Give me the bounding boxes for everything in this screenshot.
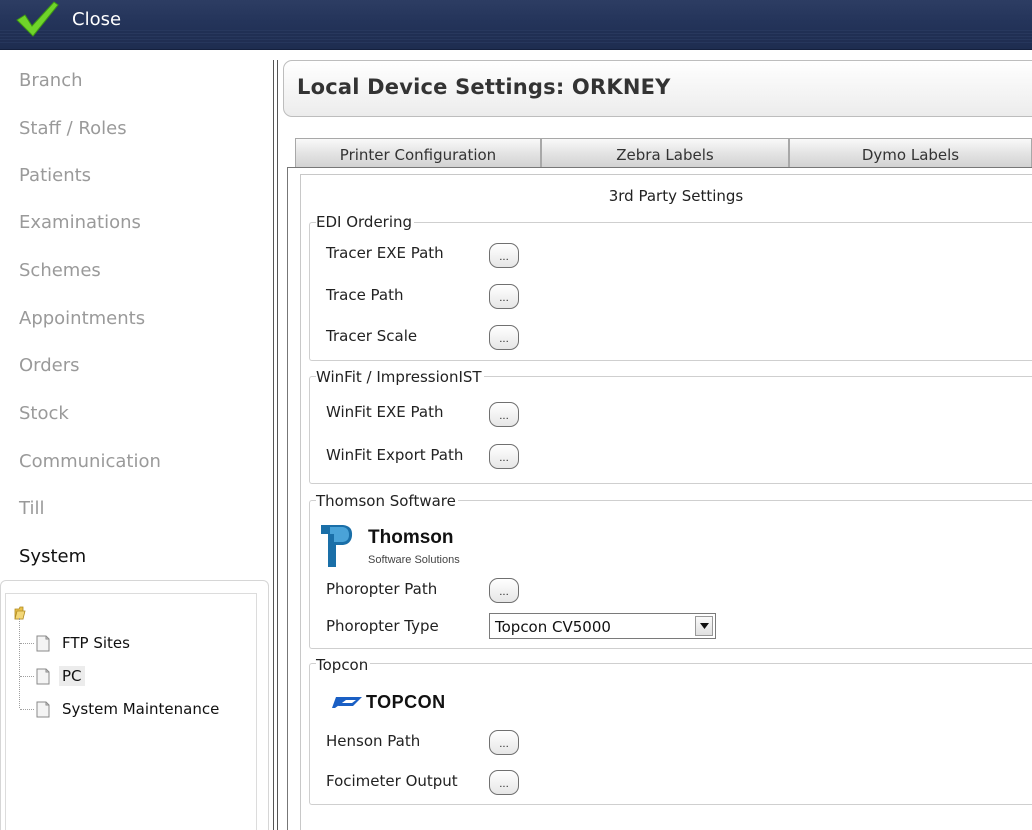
- winfit-exe-path-label: WinFit EXE Path: [326, 403, 444, 421]
- tree-connector: [20, 708, 34, 710]
- page-header: Local Device Settings: ORKNEY: [283, 60, 1032, 117]
- document-icon: [36, 668, 50, 684]
- sidebar-item-branch[interactable]: Branch: [19, 70, 83, 91]
- phoropter-path-label: Phoropter Path: [326, 580, 438, 598]
- tab-zebra-labels[interactable]: Zebra Labels: [541, 138, 789, 167]
- folder-icon[interactable]: [14, 605, 28, 624]
- topcon-logo-word: TOPCON: [366, 691, 446, 712]
- winfit-export-path-label: WinFit Export Path: [326, 446, 464, 464]
- trace-path-browse-button[interactable]: ...: [489, 284, 519, 309]
- tree-item-pc[interactable]: PC: [20, 665, 85, 687]
- tree-connector: [20, 675, 34, 677]
- chevron-down-icon[interactable]: [695, 616, 713, 636]
- thomson-software-legend: Thomson Software: [316, 492, 458, 510]
- winfit-export-path-browse-button[interactable]: ...: [489, 444, 519, 469]
- sidebar-item-examinations[interactable]: Examinations: [19, 212, 141, 233]
- phoropter-type-value: Topcon CV5000: [495, 618, 611, 636]
- winfit-legend: WinFit / ImpressionIST: [316, 368, 484, 386]
- phoropter-type-label: Phoropter Type: [326, 617, 439, 635]
- winfit-group: [309, 376, 1032, 484]
- tab-printer-configuration[interactable]: Printer Configuration: [295, 138, 541, 167]
- edi-ordering-legend: EDI Ordering: [316, 213, 415, 231]
- topcon-legend: Topcon: [316, 656, 371, 674]
- sidebar-item-communication[interactable]: Communication: [19, 451, 161, 472]
- tree-connector: [20, 642, 34, 644]
- topcon-emblem-icon: [332, 697, 362, 708]
- tree-item-label: System Maintenance: [62, 700, 220, 718]
- tracer-scale-label: Tracer Scale: [326, 327, 418, 345]
- sidebar-item-schemes[interactable]: Schemes: [19, 260, 101, 281]
- title-bar: Close: [0, 0, 1032, 50]
- trace-path-label: Trace Path: [326, 286, 404, 304]
- focimeter-output-label: Focimeter Output: [326, 772, 458, 790]
- tab-strip: Printer Configuration Zebra Labels Dymo …: [295, 138, 1032, 167]
- document-icon: [36, 635, 50, 651]
- tracer-scale-browse-button[interactable]: ...: [489, 325, 519, 350]
- splitter[interactable]: [273, 60, 278, 830]
- close-label: Close: [72, 8, 122, 30]
- topcon-logo: TOPCON: [332, 692, 446, 712]
- phoropter-path-browse-button[interactable]: ...: [489, 578, 519, 603]
- sidebar-item-orders[interactable]: Orders: [19, 355, 80, 376]
- tree-item-label: PC: [59, 666, 85, 686]
- tab-dymo-labels[interactable]: Dymo Labels: [789, 138, 1032, 167]
- sidebar-item-till[interactable]: Till: [19, 498, 44, 519]
- tree-item-ftp-sites[interactable]: FTP Sites: [20, 632, 133, 654]
- sidebar-item-staff-roles[interactable]: Staff / Roles: [19, 118, 127, 139]
- close-button[interactable]: Close: [14, 0, 121, 38]
- tree-item-system-maintenance[interactable]: System Maintenance: [20, 698, 222, 720]
- sidebar-item-stock[interactable]: Stock: [19, 403, 69, 424]
- sidebar-item-appointments[interactable]: Appointments: [19, 308, 145, 329]
- edi-ordering-group: [309, 222, 1032, 361]
- document-icon: [36, 701, 50, 717]
- tree-item-label: FTP Sites: [62, 634, 130, 652]
- sidebar-item-patients[interactable]: Patients: [19, 165, 91, 186]
- tracer-exe-path-label: Tracer EXE Path: [326, 244, 444, 262]
- tracer-exe-path-browse-button[interactable]: ...: [489, 243, 519, 268]
- winfit-exe-path-browse-button[interactable]: ...: [489, 402, 519, 427]
- checkmark-icon: [16, 1, 59, 37]
- phoropter-type-select[interactable]: Topcon CV5000: [489, 613, 716, 639]
- sidebar-item-system[interactable]: System: [19, 546, 86, 567]
- henson-path-label: Henson Path: [326, 732, 421, 750]
- henson-path-browse-button[interactable]: ...: [489, 730, 519, 755]
- focimeter-output-browse-button[interactable]: ...: [489, 770, 519, 795]
- page-title: Local Device Settings: ORKNEY: [297, 75, 671, 99]
- thomson-logo-subtitle: Software Solutions: [368, 554, 460, 566]
- thomson-logo-name: Thomson: [368, 527, 454, 548]
- panel-heading: 3rd Party Settings: [608, 187, 744, 205]
